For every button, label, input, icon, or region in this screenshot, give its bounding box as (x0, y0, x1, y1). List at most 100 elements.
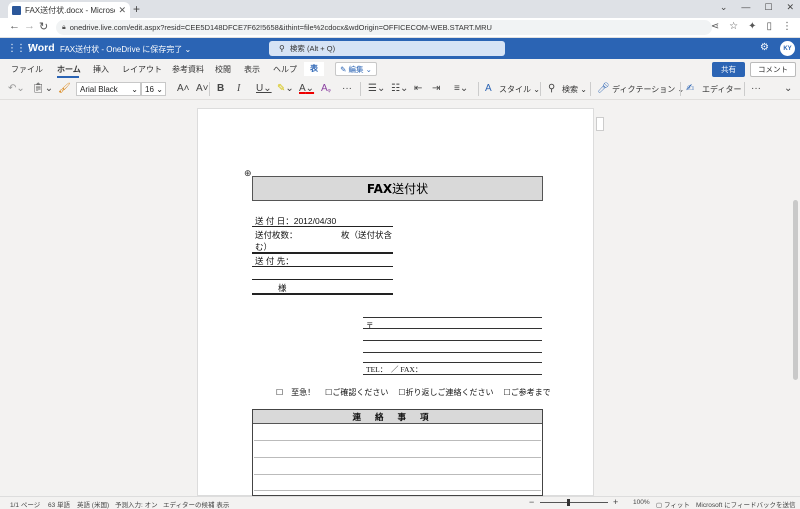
tab-references[interactable]: 参考資料 (172, 64, 204, 75)
check-urgent[interactable]: ☐ 至急！ (276, 387, 315, 398)
tab-table[interactable]: 表 (304, 62, 324, 76)
rule (252, 226, 393, 227)
tab-file[interactable]: ファイル (11, 64, 43, 75)
bookmark-star-icon[interactable]: ☆ (729, 21, 738, 32)
fit-icon: ▢ (656, 502, 664, 509)
reload-icon[interactable]: ↻ (39, 20, 48, 33)
zoom-slider-thumb[interactable] (567, 499, 570, 506)
editor-pen-icon[interactable]: ✍ (686, 83, 694, 94)
font-name-select[interactable]: Arial Black ⌄ (76, 82, 141, 96)
status-editor[interactable]: エディターの候補 表示 (163, 499, 229, 509)
rule (363, 362, 542, 363)
font-color-icon[interactable]: A⌄ (299, 83, 314, 94)
find-button[interactable]: 検索 ⌄ (562, 84, 587, 95)
fit-button[interactable]: ▢ フィット (656, 499, 690, 509)
table-move-handle-icon[interactable]: ⊕ (244, 168, 252, 179)
fax-title-bold: FAX (366, 181, 393, 196)
browser-actions: ⋖ ☆ ✦ ▯ ⋮ (711, 21, 792, 32)
comment-button[interactable]: コメント (750, 62, 796, 77)
minimize-icon[interactable]: — (741, 2, 750, 13)
shrink-font-icon[interactable]: A˅ (196, 83, 209, 94)
tab-layout[interactable]: レイアウト (122, 64, 162, 75)
zoom-in-icon[interactable]: + (613, 497, 618, 507)
microphone-icon[interactable]: 🎤︎ (597, 83, 610, 94)
tab-insert[interactable]: 挿入 (93, 64, 109, 75)
pages-suffix[interactable]: 枚（送付状含 (341, 229, 392, 241)
tab-view[interactable]: 表示 (244, 64, 260, 75)
increase-indent-icon[interactable]: ⇥ (432, 83, 440, 94)
maximize-icon[interactable]: ☐ (764, 2, 772, 13)
tab-home[interactable]: ホーム (57, 64, 81, 75)
numbering-icon[interactable]: ☷⌄ (391, 83, 408, 94)
search-placeholder: 検索 (Alt + Q) (289, 44, 336, 53)
scrollbar-thumb[interactable] (793, 200, 798, 380)
settings-gear-icon[interactable]: ⚙ (760, 42, 769, 53)
check-confirm[interactable]: ☐ご確認ください (325, 387, 388, 398)
format-painter-icon[interactable]: 🖌︎ (58, 83, 71, 94)
rule (252, 252, 393, 254)
tab-help[interactable]: ヘルプ (273, 64, 297, 75)
italic-icon[interactable]: I (237, 83, 240, 94)
edit-mode-button[interactable]: ✎ 編集 ⌄ (335, 62, 377, 76)
zoom-out-icon[interactable]: − (529, 497, 534, 507)
find-icon[interactable]: ⚲ (548, 83, 555, 94)
check-callback[interactable]: ☐折り返しご連絡ください (398, 387, 493, 398)
more-options-icon[interactable]: ··· (751, 83, 761, 94)
paste-icon[interactable]: 📋︎⌄ (32, 83, 53, 94)
share-page-icon[interactable]: ⋖ (711, 21, 719, 32)
close-tab-icon[interactable]: ✕ (118, 5, 126, 16)
editor-label[interactable]: エディター (702, 84, 741, 95)
sidebar-icon[interactable]: ▯ (766, 21, 772, 32)
styles-icon[interactable]: A (485, 83, 492, 94)
back-icon[interactable]: ← (9, 20, 20, 32)
highlight-icon[interactable]: ✎⌄ (277, 83, 294, 94)
decrease-indent-icon[interactable]: ⇤ (414, 83, 422, 94)
zoom-slider[interactable] (540, 502, 608, 503)
check-reference[interactable]: ☐ご参考まで (504, 387, 551, 398)
active-tab-underline (57, 76, 79, 78)
rule (363, 352, 542, 353)
font-size-select[interactable]: 16 ⌄ (141, 82, 166, 96)
notes-line (254, 457, 541, 458)
status-predict[interactable]: 予測入力: オン (115, 499, 158, 509)
window-controls: ⌄ — ☐ ✕ (720, 2, 794, 13)
search-box[interactable]: ⚲ 検索 (Alt + Q) (269, 41, 505, 56)
new-tab-button[interactable]: + (133, 2, 140, 16)
close-window-icon[interactable]: ✕ (786, 2, 794, 13)
styles-button[interactable]: スタイル ⌄ (499, 84, 540, 95)
underline-icon[interactable]: U⌄ (256, 83, 272, 94)
fax-title[interactable]: FAX 送付状 (252, 176, 543, 201)
comment-margin-marker[interactable] (596, 117, 604, 131)
undo-icon[interactable]: ↶⌄ (8, 83, 25, 94)
browser-menu-icon[interactable]: ⋮ (782, 21, 792, 32)
feedback-link[interactable]: Microsoft にフィードバックを送信 (696, 499, 796, 509)
grow-font-icon[interactable]: A˄ (177, 83, 190, 94)
toolbar-divider (540, 82, 541, 96)
bold-icon[interactable]: B (217, 83, 224, 94)
contact-header: 連絡事項 (253, 410, 542, 424)
avatar[interactable]: KY (780, 41, 795, 56)
browser-tab[interactable]: FAX送付状.docx - Microsoft Wo ✕ (8, 2, 130, 18)
forward-icon[interactable]: → (24, 20, 35, 32)
styles-label: スタイル (499, 85, 531, 94)
extensions-icon[interactable]: ✦ (748, 21, 756, 32)
url-bar[interactable]: 🔒︎ onedrive.live.com/edit.aspx?resid=CEE… (56, 20, 712, 35)
app-name[interactable]: Word (28, 42, 55, 54)
collapse-ribbon-icon[interactable]: ⌄ (784, 83, 792, 94)
dictation-label: ディクテーション (612, 85, 676, 94)
document-name[interactable]: FAX送付状 - OneDrive に保存完了 ⌄ (60, 44, 191, 55)
postal-mark[interactable]: 〒 (366, 320, 374, 331)
dictation-button[interactable]: ディクテーション ⌄ (612, 84, 684, 95)
share-button[interactable]: 共有 (712, 62, 745, 77)
bullets-icon[interactable]: ☰⌄ (368, 83, 385, 94)
align-icon[interactable]: ≡⌄ (454, 83, 468, 94)
pages-label[interactable]: 送付枚数： (255, 229, 298, 241)
tab-review[interactable]: 校閲 (215, 64, 231, 75)
status-language[interactable]: 英語 (米国) (77, 499, 109, 509)
text-effects-icon[interactable]: Aᵩ (321, 83, 331, 94)
zoom-level[interactable]: 100% (633, 499, 650, 506)
font-size-value: 16 (145, 84, 154, 94)
chevron-down-icon[interactable]: ⌄ (720, 2, 728, 13)
more-font-options-icon[interactable]: ··· (342, 83, 352, 94)
fax-title-rest: 送付状 (392, 182, 429, 196)
